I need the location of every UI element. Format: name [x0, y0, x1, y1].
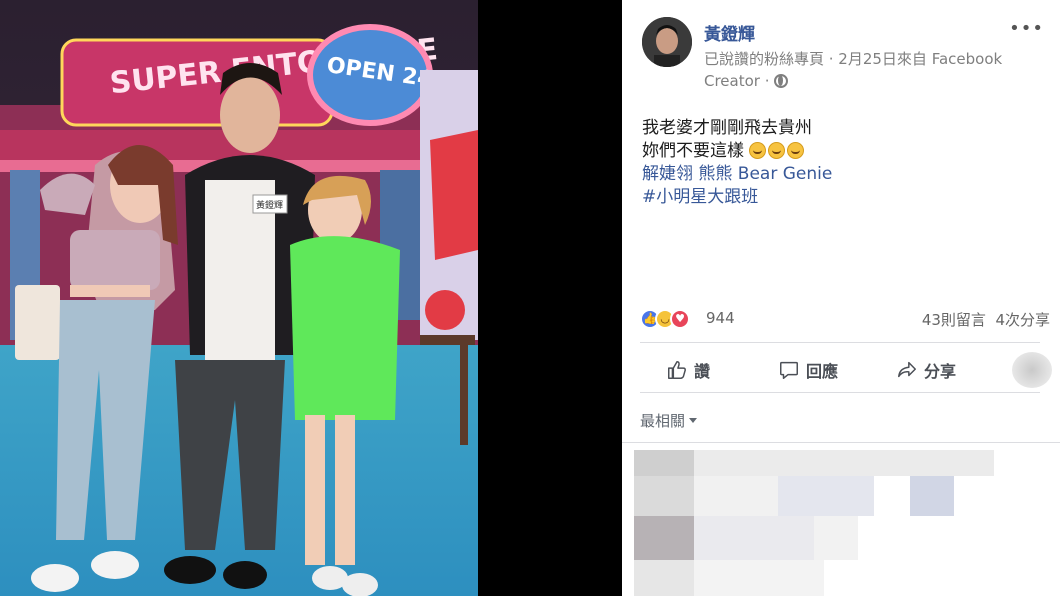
action-bar: 讚 回應 分享	[640, 352, 1060, 388]
smile-emoji-icon	[768, 142, 786, 159]
smile-emoji-icon	[787, 142, 805, 159]
blurred-pixel	[814, 516, 858, 560]
globe-icon	[774, 74, 789, 88]
post-meta-line2: Creator ·	[704, 72, 770, 90]
share-button-label: 分享	[924, 362, 957, 381]
blurred-pixel	[694, 450, 994, 476]
comments-area-blurred	[634, 450, 996, 596]
like-button-label: 讚	[694, 362, 711, 381]
viewer-avatar[interactable]	[1012, 352, 1052, 388]
blurred-pixel	[694, 516, 814, 560]
tag-link-2[interactable]: 熊熊 Bear Genie	[698, 164, 832, 184]
author-avatar[interactable]	[642, 17, 692, 67]
reactions-bar: 👍 ◡ ♥ 944 43則留言 4次分享	[640, 308, 1050, 330]
photo-scene: SUPER ENTOURAGE OPEN 24Hr 黃鐙輝	[0, 0, 478, 596]
share-arrow-icon	[898, 361, 916, 378]
blurred-pixel	[634, 450, 694, 476]
tag-link-1[interactable]: 解婕翎	[642, 164, 693, 184]
blurred-pixel	[694, 560, 824, 596]
blurred-pixel	[694, 476, 778, 516]
comment-icon	[780, 361, 798, 379]
post-text: 我老婆才剛剛飛去貴州 妳們不要這樣 解婕翎 熊熊 Bear Genie #小明星…	[642, 117, 1042, 209]
blurred-pixel	[634, 476, 694, 516]
divider	[640, 392, 1040, 393]
blurred-pixel	[634, 516, 694, 560]
post-meta: 已說讚的粉絲專頁 · 2月25日來自 Facebook Creator ·	[704, 48, 1024, 92]
caret-down-icon	[689, 418, 698, 423]
post-header: 黃鐙輝 已說讚的粉絲專頁 · 2月25日來自 Facebook Creator …	[640, 14, 1050, 94]
more-options-icon[interactable]: •••	[1009, 18, 1044, 39]
post-photo[interactable]: SUPER ENTOURAGE OPEN 24Hr 黃鐙輝	[0, 0, 478, 596]
thumbs-up-icon	[668, 361, 686, 379]
name-tag-text: 黃鐙輝	[256, 199, 283, 211]
post-text-line2: 妳們不要這樣	[642, 141, 744, 161]
sort-dropdown[interactable]: 最相關	[640, 410, 698, 431]
divider	[640, 342, 1040, 343]
love-reaction-icon[interactable]: ♥	[670, 309, 690, 329]
comment-button-label: 回應	[806, 362, 839, 381]
share-button[interactable]: 分享	[896, 358, 956, 382]
post-tags: 解婕翎 熊熊 Bear Genie	[642, 163, 1042, 186]
post-meta-line1[interactable]: 已說讚的粉絲專頁 · 2月25日來自 Facebook	[704, 50, 1002, 68]
blurred-pixel	[910, 476, 954, 516]
post-text-line1: 我老婆才剛剛飛去貴州	[642, 118, 812, 138]
blurred-pixel	[634, 560, 694, 596]
comment-button[interactable]: 回應	[778, 358, 838, 382]
sort-label: 最相關	[640, 412, 686, 430]
share-count[interactable]: 4次分享	[995, 311, 1050, 329]
like-button[interactable]: 讚	[666, 358, 710, 382]
blurred-pixel	[778, 476, 874, 516]
post-text-line2-wrap: 妳們不要這樣	[642, 140, 1042, 163]
comment-count[interactable]: 43則留言	[922, 311, 986, 329]
divider	[622, 442, 1060, 443]
post-panel: 黃鐙輝 已說讚的粉絲專頁 · 2月25日來自 Facebook Creator …	[622, 0, 1060, 596]
comment-share-counts: 43則留言 4次分享	[922, 309, 1050, 330]
smile-emoji-icon	[749, 142, 767, 159]
author-name[interactable]: 黃鐙輝	[704, 20, 755, 45]
hashtag-link[interactable]: #小明星大跟班	[642, 187, 758, 207]
reaction-count[interactable]: 944	[706, 309, 735, 327]
photo-viewer: SUPER ENTOURAGE OPEN 24Hr 黃鐙輝	[0, 0, 622, 596]
